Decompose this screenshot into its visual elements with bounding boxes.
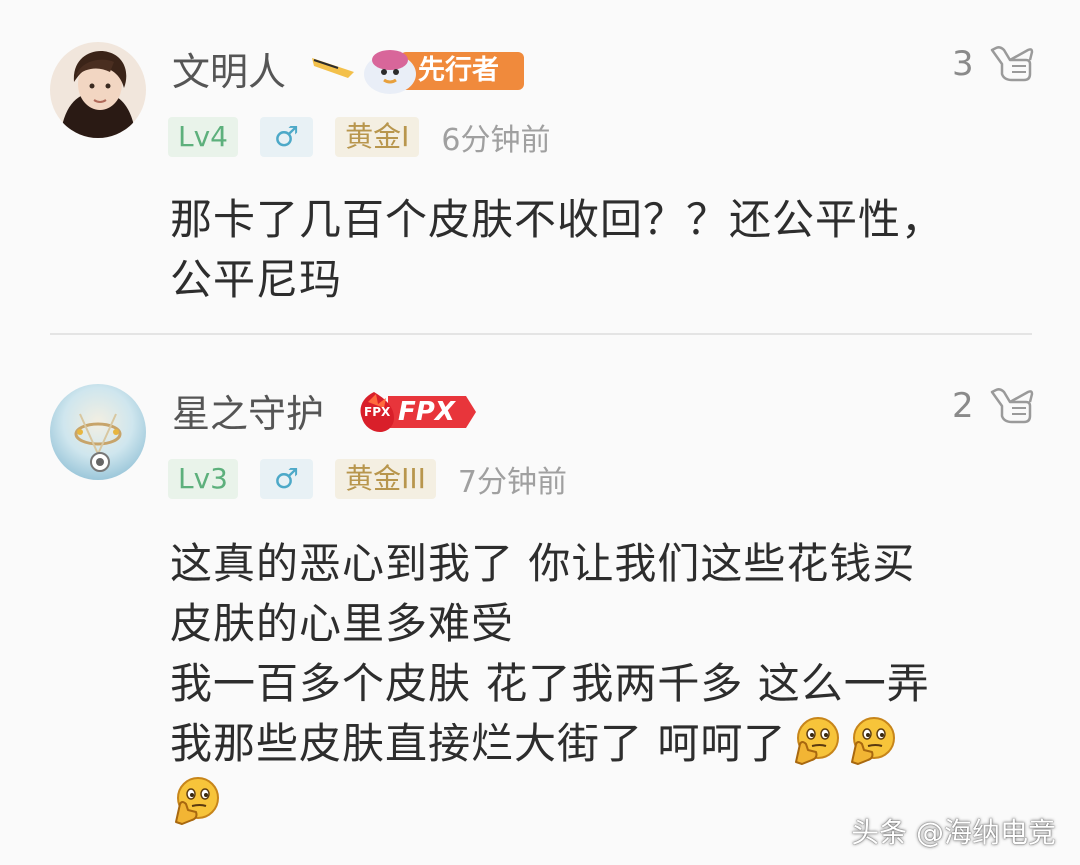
level-tag: Lv3 — [168, 459, 238, 499]
hand-like-icon[interactable] — [988, 44, 1034, 84]
comment-line: 我一百多个皮肤 花了我两千多 这么一弄 — [170, 659, 930, 708]
thinking-face-emoji-icon — [175, 777, 219, 825]
divider — [50, 333, 1032, 335]
comment-text: 那卡了几百个皮肤不收回？？还公平性， 公平尼玛 — [170, 190, 1030, 310]
avatar[interactable] — [50, 42, 146, 138]
thinking-face-emoji-icon — [851, 717, 896, 765]
comment-feed: 文明人 先行者 3 Lv4 ♂ 黄金I 6分钟前 那卡了几百个皮肤不收回？？还公… — [0, 0, 1080, 865]
hand-like-icon[interactable] — [988, 386, 1034, 426]
user-meta: Lv3 ♂ 黄金III 7分钟前 — [168, 458, 567, 500]
badge-small-label: FPX — [364, 405, 391, 419]
level-tag: Lv4 — [168, 117, 238, 157]
username[interactable]: 星之守护 — [172, 388, 324, 440]
comment-line: 这真的恶心到我了 你让我们这些花钱买 — [170, 539, 916, 588]
thinking-face-emoji-icon — [795, 717, 840, 765]
comment-line-with-emoji: 我那些皮肤直接烂大街了 呵呵了 — [170, 714, 1030, 774]
badge-label: 先行者 — [418, 55, 499, 86]
team-badge: FPX FPX — [354, 390, 478, 434]
like-count: 3 — [952, 44, 974, 84]
username[interactable]: 文明人 — [172, 46, 286, 98]
pioneer-badge: 先行者 — [308, 48, 528, 94]
timestamp: 7分钟前 — [457, 465, 567, 500]
comment-line: 皮肤的心里多难受 — [170, 599, 515, 648]
rank-tag: 黄金III — [335, 459, 436, 499]
avatar[interactable] — [50, 384, 146, 480]
comment-line: 公平尼玛 — [170, 255, 343, 304]
gender-tag: ♂ — [259, 459, 314, 499]
like-count: 2 — [952, 386, 974, 426]
comment-line: 我那些皮肤直接烂大街了 呵呵了 — [170, 719, 787, 768]
comment-text: 这真的恶心到我了 你让我们这些花钱买 皮肤的心里多难受 我一百多个皮肤 花了我两… — [170, 534, 1030, 834]
badge-label: FPX — [398, 397, 455, 427]
rank-tag: 黄金I — [335, 117, 420, 157]
user-meta: Lv4 ♂ 黄金I 6分钟前 — [168, 116, 550, 158]
comment-line: 那卡了几百个皮肤不收回？？还公平性， — [170, 195, 945, 244]
gender-tag: ♂ — [259, 117, 314, 157]
timestamp: 6分钟前 — [441, 123, 551, 158]
source-watermark: 头条 @海纳电竞 — [851, 816, 1056, 849]
